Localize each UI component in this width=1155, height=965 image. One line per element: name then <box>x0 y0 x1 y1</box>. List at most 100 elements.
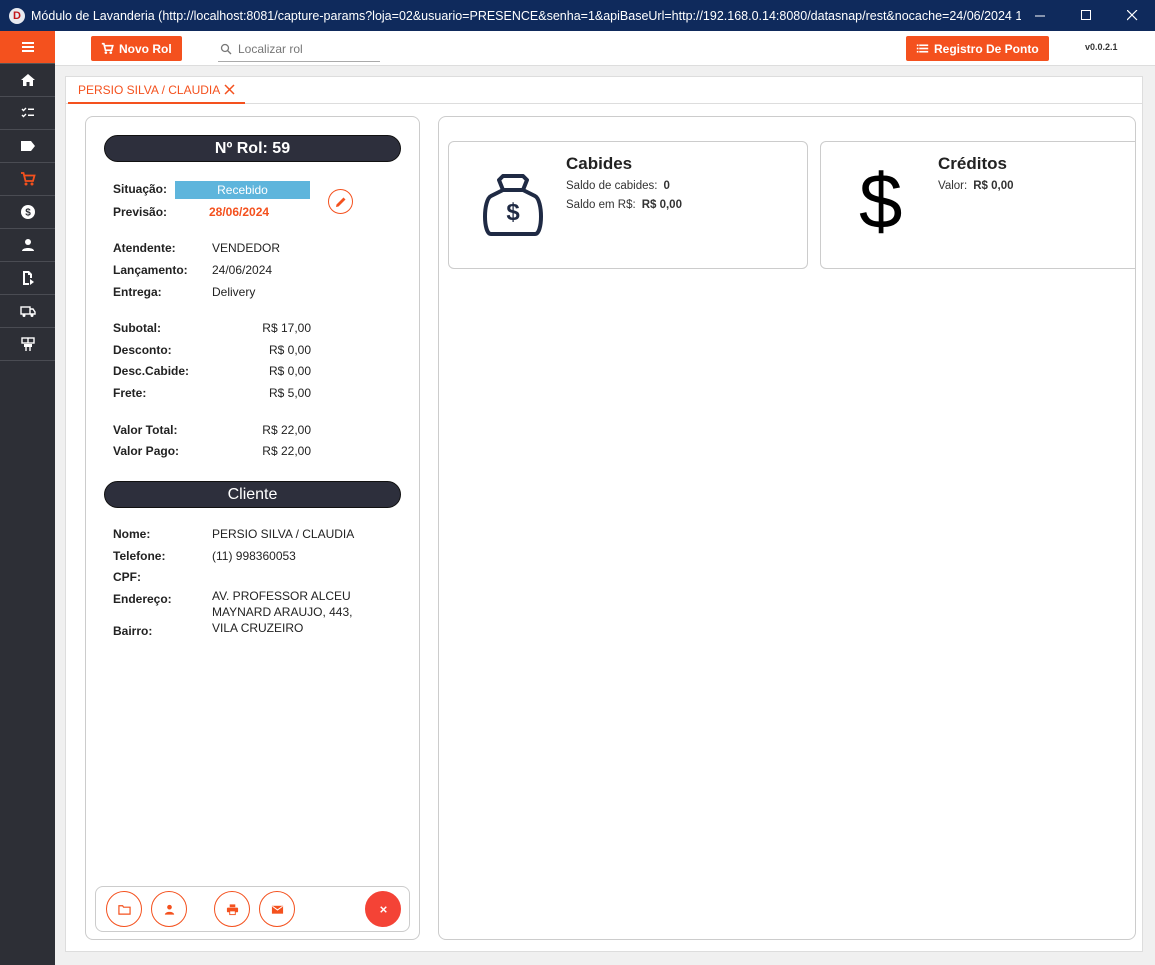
subtotal-row: Subotal: <box>113 321 161 335</box>
folder-button[interactable] <box>106 891 142 927</box>
sidebar-item-documents[interactable] <box>0 262 55 295</box>
svg-text:$: $ <box>506 199 520 226</box>
desc-cabide-row: Desc.Cabide: <box>113 364 190 378</box>
sidebar-item-cart[interactable] <box>0 163 55 196</box>
saldo-cabides-label: Saldo de cabides: <box>566 180 658 192</box>
endereco-row: Endereço: <box>113 592 172 606</box>
client-button[interactable] <box>151 891 187 927</box>
frete-row: Frete: <box>113 386 147 400</box>
truck-icon <box>19 306 36 317</box>
window-titlebar: D Módulo de Lavanderia (http://localhost… <box>0 0 1155 31</box>
money-icon: $ <box>20 205 35 219</box>
novo-rol-button[interactable]: Novo Rol <box>91 36 182 61</box>
lancamento-value: 24/06/2024 <box>212 263 273 277</box>
close-icon <box>1126 10 1137 21</box>
valor-pago-value: R$ 22,00 <box>262 444 311 458</box>
saldo-cabides-line: Saldo de cabides: 0 <box>566 180 670 192</box>
list-clock-icon <box>916 44 929 53</box>
home-icon <box>20 74 35 86</box>
saldo-rs-label: Saldo em R$: <box>566 199 636 211</box>
minimize-button[interactable] <box>1017 0 1063 31</box>
desconto-row: Desconto: <box>113 343 172 357</box>
cancel-rol-button[interactable] <box>365 891 401 927</box>
registro-ponto-label: Registro De Ponto <box>934 41 1039 56</box>
bairro-row: Bairro: <box>113 624 153 638</box>
valor-total-value: R$ 22,00 <box>262 423 311 437</box>
money-bag-icon: $ <box>483 174 543 236</box>
creditos-title: Créditos <box>938 154 1007 173</box>
cart-icon <box>101 42 114 54</box>
document-export-icon <box>22 271 34 285</box>
maximize-icon <box>1080 10 1091 20</box>
minimize-icon <box>1034 15 1045 17</box>
tag-icon <box>20 141 35 151</box>
cabides-card: $ Cabides Saldo de cabides: 0 Saldo em R$… <box>448 141 808 269</box>
cpf-row: CPF: <box>113 570 141 584</box>
desconto-value: R$ 0,00 <box>268 343 311 357</box>
mail-icon <box>271 905 283 914</box>
sidebar-item-store[interactable] <box>0 328 55 361</box>
status-badge: Recebido <box>175 181 310 199</box>
sidebar-item-finance[interactable]: $ <box>0 196 55 229</box>
sidebar-item-clients[interactable] <box>0 229 55 262</box>
sidebar-item-delivery[interactable] <box>0 295 55 328</box>
situacao-label: Situação: <box>113 182 168 196</box>
entrega-value: Delivery <box>212 285 256 299</box>
valor-pago-row: Valor Pago: <box>113 444 180 458</box>
novo-rol-label: Novo Rol <box>119 41 172 56</box>
menu-toggle-button[interactable] <box>0 31 55 64</box>
cliente-header: Cliente <box>104 481 401 508</box>
creditos-valor-line: Valor: R$ 0,00 <box>938 180 1013 192</box>
telefone-value: (11) 998360053 <box>212 549 296 563</box>
search-field[interactable]: Localizar rol <box>218 37 380 62</box>
top-toolbar: Novo Rol Localizar rol Registro De Ponto… <box>55 31 1155 66</box>
endereco-line-3: VILA CRUZEIRO <box>212 621 304 635</box>
lancamento-row: Lançamento: <box>113 263 188 277</box>
print-button[interactable] <box>214 891 250 927</box>
store-icon <box>20 337 35 351</box>
close-window-button[interactable] <box>1109 0 1155 31</box>
nome-row: Nome: <box>113 527 151 541</box>
saldo-rs-value: R$ 0,00 <box>641 199 682 211</box>
sidebar-item-home[interactable] <box>0 64 55 97</box>
valor-total-row: Valor Total: <box>113 423 178 437</box>
desc-cabide-value: R$ 0,00 <box>268 364 311 378</box>
frete-value: R$ 5,00 <box>268 386 311 400</box>
saldo-rs-line: Saldo em R$: R$ 0,00 <box>566 199 682 211</box>
sidebar-item-tasks[interactable] <box>0 97 55 130</box>
email-button[interactable] <box>259 891 295 927</box>
window-controls <box>1017 0 1155 31</box>
atendente-value: VENDEDOR <box>212 241 281 255</box>
sidebar-item-labels[interactable] <box>0 130 55 163</box>
summary-panel: $ Cabides Saldo de cabides: 0 Saldo em R$… <box>438 116 1136 940</box>
folder-icon <box>117 904 131 915</box>
rol-details-card: Nº Rol: 59 Situação: Recebido Previsão: … <box>85 116 420 940</box>
tab-label: PERSIO SILVA / CLAUDIA <box>78 82 221 97</box>
edit-button[interactable] <box>328 189 353 214</box>
registro-ponto-button[interactable]: Registro De Ponto <box>906 36 1049 61</box>
creditos-valor-value: R$ 0,00 <box>973 180 1014 192</box>
search-input[interactable]: Localizar rol <box>238 42 303 56</box>
printer-icon <box>226 903 238 915</box>
sidebar: $ <box>0 31 55 965</box>
telefone-row: Telefone: <box>113 549 166 563</box>
person-icon <box>164 904 174 915</box>
creditos-valor-label: Valor: <box>938 180 968 192</box>
previsao-value: 28/06/2024 <box>209 205 270 219</box>
maximize-button[interactable] <box>1063 0 1109 31</box>
main-content: PERSIO SILVA / CLAUDIA Nº Rol: 59 Situaç… <box>65 76 1143 952</box>
window-title: Módulo de Lavanderia (http://localhost:8… <box>31 8 1021 23</box>
close-icon <box>379 905 387 913</box>
svg-text:$: $ <box>25 208 31 219</box>
situacao-row: Situação: <box>113 182 167 196</box>
version-label: v0.0.2.1 <box>1085 42 1118 52</box>
endereco-line-1: AV. PROFESSOR ALCEU <box>212 589 351 603</box>
tab-rol-client[interactable]: PERSIO SILVA / CLAUDIA <box>68 77 246 104</box>
entrega-row: Entrega: <box>113 285 162 299</box>
saldo-cabides-value: 0 <box>663 180 670 192</box>
close-tab-icon[interactable] <box>224 84 235 95</box>
hamburger-icon <box>21 42 34 52</box>
previsao-row: Previsão: <box>113 205 167 219</box>
subtotal-value: R$ 17,00 <box>262 321 311 335</box>
search-icon <box>220 43 232 55</box>
